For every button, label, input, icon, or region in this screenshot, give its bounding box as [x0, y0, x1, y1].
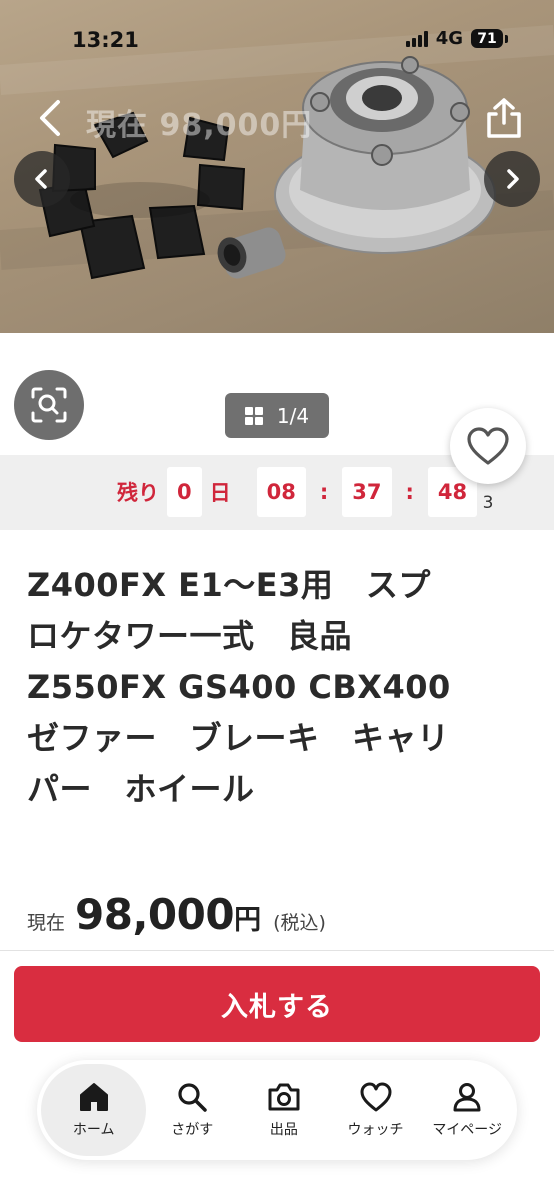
product-photo[interactable]: 現在 98,000円 13:21 4G 71 — [0, 0, 554, 333]
price-row: 現在 98,000 円 (税込) — [27, 890, 326, 939]
status-time: 13:21 — [72, 28, 139, 52]
home-icon — [79, 1083, 108, 1111]
countdown-separator: : — [405, 480, 414, 504]
tab-mypage[interactable]: マイページ — [421, 1064, 513, 1156]
back-button[interactable] — [32, 98, 72, 138]
image-search-icon — [31, 387, 67, 423]
network-type: 4G — [435, 28, 463, 49]
person-icon — [453, 1083, 481, 1112]
tab-home[interactable]: ホーム — [41, 1064, 147, 1156]
item-title: Z400FX E1〜E3用 スプロケタワー一式 良品 Z550FX GS400 … — [27, 566, 484, 808]
tab-label: ウォッチ — [347, 1122, 404, 1138]
watch-button[interactable] — [450, 408, 526, 484]
signal-icon — [405, 30, 428, 47]
share-button[interactable] — [484, 96, 524, 140]
bid-button[interactable]: 入札する — [14, 966, 540, 1042]
heart-icon — [467, 427, 509, 465]
battery-tip — [505, 34, 508, 43]
countdown-hours: 08 — [256, 467, 306, 517]
chevron-left-icon — [35, 169, 47, 189]
price-unit: 円 — [234, 905, 262, 936]
bottom-tab-bar: ホーム さがす 出品 ウォッチ マイページ — [37, 1060, 517, 1160]
search-icon — [178, 1083, 207, 1112]
chevron-left-icon — [40, 100, 60, 136]
ghost-price-overlay: 現在 98,000円 — [86, 108, 313, 143]
countdown-days: 0 — [167, 467, 202, 517]
countdown-prefix: 残り — [117, 481, 159, 505]
watch-count: 3 — [482, 493, 494, 513]
battery-icon: 71 — [471, 29, 503, 48]
previous-image-button[interactable] — [14, 151, 70, 207]
divider — [0, 950, 554, 951]
tab-sell[interactable]: 出品 — [238, 1064, 330, 1156]
image-counter[interactable]: 1/4 — [225, 393, 329, 438]
chevron-right-icon — [507, 169, 519, 189]
camera-icon — [268, 1083, 300, 1111]
next-image-button[interactable] — [484, 151, 540, 207]
tab-label: 出品 — [269, 1122, 298, 1138]
tab-label: ホーム — [72, 1122, 115, 1138]
tab-watch[interactable]: ウォッチ — [330, 1064, 422, 1156]
share-icon — [487, 98, 521, 138]
price-label: 現在 — [27, 912, 66, 934]
countdown-separator: : — [319, 480, 329, 504]
tab-search[interactable]: さがす — [146, 1064, 238, 1156]
status-indicators: 4G 71 — [405, 28, 508, 49]
countdown-minutes: 37 — [342, 467, 392, 517]
heart-icon — [360, 1082, 392, 1112]
image-counter-text: 1/4 — [276, 403, 310, 428]
countdown-days-unit: 日 — [209, 481, 231, 505]
grid-icon — [244, 406, 263, 425]
tax-note: (税込) — [273, 912, 326, 934]
image-search-button[interactable] — [14, 370, 84, 440]
current-price: 98,000 — [75, 890, 235, 939]
tab-label: マイページ — [432, 1122, 503, 1138]
tab-label: さがす — [171, 1122, 214, 1138]
auction-countdown: 残り 0 日 08 : 37 : 48 — [117, 467, 478, 517]
